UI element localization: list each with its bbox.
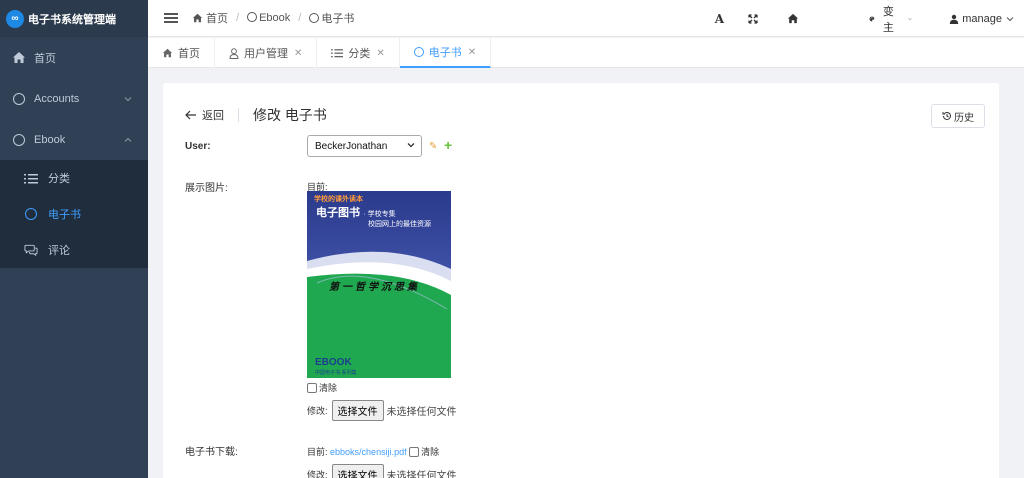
arrow-left-icon: [185, 110, 196, 120]
clear-image-checkbox[interactable]: [307, 383, 317, 393]
sidebar-item-label: Ebook: [34, 133, 66, 146]
close-icon[interactable]: ✕: [468, 47, 476, 58]
list-icon: [24, 171, 38, 185]
edit-user-icon[interactable]: ✎: [429, 141, 437, 152]
top-navbar: 首页 / Ebook / 电子书 A 改变主题 manage: [148, 0, 1024, 50]
comment-icon: [24, 243, 38, 257]
back-button[interactable]: 返回: [185, 107, 224, 123]
palette-icon: [869, 16, 875, 21]
circle-icon: [247, 12, 258, 22]
circle-icon: [24, 207, 38, 221]
sidebar-item-label: 评论: [48, 245, 70, 257]
ebook-submenu: 分类 电子书 评论: [0, 160, 148, 268]
breadcrumb: 首页 / Ebook / 电子书: [192, 10, 354, 26]
sidebar-item-accounts[interactable]: Accounts: [0, 78, 148, 119]
home-icon: [192, 13, 203, 23]
home-icon[interactable]: [787, 13, 799, 24]
sidebar-item-label: 首页: [34, 52, 56, 65]
cover-book-name: 第一哲学沉思集: [329, 282, 420, 293]
user-icon: [229, 47, 239, 59]
tab-category[interactable]: 分类 ✕: [317, 38, 400, 68]
chevron-down-icon: [1006, 16, 1014, 21]
tab-home[interactable]: 首页: [148, 38, 215, 68]
history-icon: [942, 111, 951, 120]
change-image-row: 修改: 选择文件 未选择任何文件: [307, 400, 457, 421]
image-label: 展示图片:: [185, 183, 228, 194]
sidebar-item-label: 分类: [48, 173, 70, 185]
page-header: 返回 修改 电子书: [185, 105, 327, 125]
cover-subtitle: · 学校专集: [363, 211, 396, 218]
user-menu[interactable]: manage: [949, 13, 1014, 25]
chevron-down-icon: [407, 143, 415, 148]
divider: [238, 108, 239, 122]
tab-ebook[interactable]: 电子书 ✕: [399, 38, 492, 68]
cover-image: 学校的课外读本 电子图书 · 学校专集 校园网上的最佳资源 第一哲学沉思集 EB…: [307, 191, 451, 378]
breadcrumb-item-home[interactable]: 首页: [192, 10, 228, 26]
history-button[interactable]: 历史: [931, 104, 985, 128]
cover-logo: EBOOK: [315, 357, 352, 368]
circle-icon: [309, 13, 320, 23]
sidebar-item-home[interactable]: 首页: [0, 37, 148, 78]
clear-image-row: 清除: [307, 381, 337, 394]
close-icon[interactable]: ✕: [294, 48, 302, 59]
home-icon: [162, 48, 173, 58]
tab-user-management[interactable]: 用户管理 ✕: [215, 38, 318, 68]
user-select[interactable]: BeckerJonathan: [307, 135, 422, 157]
app-title: 电子书系统管理端: [28, 13, 116, 26]
choose-image-file-button[interactable]: 选择文件: [331, 400, 384, 421]
no-file-chosen-text: 未选择任何文件: [386, 407, 457, 418]
fullscreen-icon[interactable]: [748, 13, 758, 24]
download-file-link[interactable]: ebboks/chensiji.pdf: [330, 447, 407, 457]
user-icon: [950, 14, 959, 24]
sidebar-item-label: Accounts: [34, 92, 80, 105]
sidebar-item-category[interactable]: 分类: [0, 160, 148, 196]
list-icon: [331, 48, 344, 58]
cover-title: 电子图书: [316, 207, 360, 219]
cover-logo-sub: 中国电子书·系列集: [315, 370, 357, 376]
sidebar-item-label: 电子书: [48, 209, 81, 221]
choose-download-file-button[interactable]: 选择文件: [331, 464, 384, 478]
content-card: 返回 修改 电子书 历史 User: BeckerJonathan ✎ + 展示…: [163, 83, 999, 478]
font-size-icon[interactable]: A: [715, 12, 724, 26]
download-label: 电子书下载:: [185, 447, 238, 458]
close-icon[interactable]: ✕: [376, 48, 384, 59]
chevron-up-icon: [124, 134, 132, 146]
tabs-bar: 首页 用户管理 ✕ 分类 ✕ 电子书 ✕: [148, 38, 1024, 68]
user-label: User:: [185, 141, 211, 152]
circle-icon: [12, 133, 26, 147]
breadcrumb-separator: /: [236, 12, 240, 24]
circle-icon: [413, 47, 424, 57]
add-user-icon[interactable]: +: [444, 137, 452, 153]
circle-icon: [12, 92, 26, 106]
breadcrumb-item-current: 电子书: [309, 10, 354, 26]
page-title: 修改 电子书: [253, 107, 327, 123]
sidebar: ∞ 电子书系统管理端 首页 Accounts Ebook 分类 电子书 评论: [0, 0, 148, 478]
clear-download-checkbox[interactable]: [409, 447, 420, 457]
sidebar-item-ebook[interactable]: Ebook: [0, 119, 148, 160]
infinity-logo-icon: ∞: [6, 9, 24, 28]
home-icon: [12, 51, 26, 65]
hamburger-menu-icon[interactable]: [164, 13, 178, 23]
change-download-row: 修改: 选择文件 未选择任何文件: [307, 464, 457, 478]
sidebar-item-comment[interactable]: 评论: [0, 232, 148, 268]
breadcrumb-item-ebook[interactable]: Ebook: [247, 12, 290, 24]
no-file-chosen-text: 未选择任何文件: [386, 471, 457, 478]
download-current-row: 目前: ebboks/chensiji.pdf 清除: [307, 447, 440, 457]
sidebar-item-ebook-list[interactable]: 电子书: [0, 196, 148, 232]
cover-tagline: 校园网上的最佳资源: [368, 221, 431, 228]
chevron-down-icon: [908, 17, 912, 20]
chevron-down-icon: [124, 93, 132, 105]
app-logo[interactable]: ∞ 电子书系统管理端: [0, 0, 148, 37]
breadcrumb-separator: /: [298, 12, 302, 24]
cover-top-tag: 学校的课外读本: [314, 196, 363, 203]
